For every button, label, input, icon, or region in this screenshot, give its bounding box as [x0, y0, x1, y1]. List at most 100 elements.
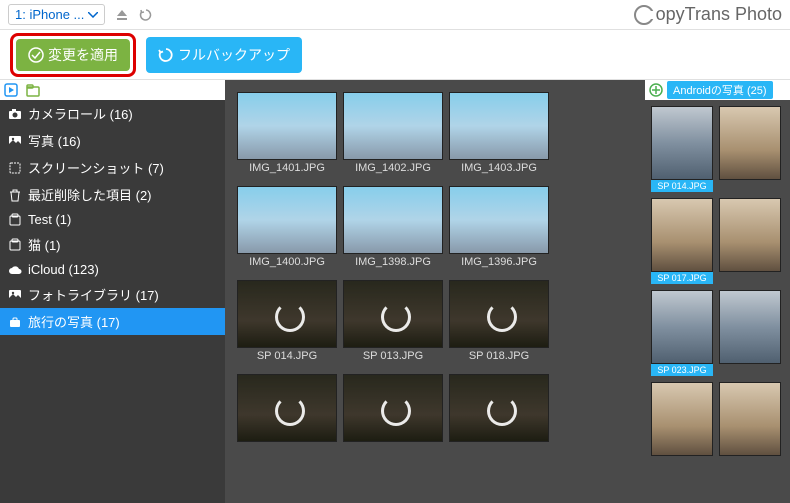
- backup-icon: [158, 47, 174, 63]
- right-panel: Androidの写真 (25) SP 014.JPG SP 017.JPG SP 0…: [645, 80, 790, 503]
- thumbnail-image: [343, 92, 443, 160]
- right-thumbnail[interactable]: [719, 106, 781, 192]
- sidebar-item[interactable]: 最近削除した項目 (2): [0, 181, 225, 208]
- center-panel: IMG_1401.JPG IMG_1402.JPG IMG_1403.JPG IMG_…: [225, 80, 645, 503]
- thumbnail-label: SP 013.JPG: [343, 348, 443, 368]
- refresh-icon[interactable]: [139, 8, 153, 22]
- photo-icon: [8, 134, 22, 148]
- thumbnail-image: [343, 374, 443, 442]
- thumbnail-label: [237, 442, 337, 450]
- thumbnail-image: [719, 106, 781, 180]
- right-panel-title[interactable]: Androidの写真 (25): [667, 81, 773, 99]
- thumbnail-image: [343, 280, 443, 348]
- thumbnail-image: [719, 290, 781, 364]
- thumbnail[interactable]: IMG_1400.JPG: [237, 186, 337, 274]
- thumbnail-label: [343, 442, 443, 450]
- right-thumbnail[interactable]: [719, 290, 781, 376]
- right-thumbnail[interactable]: SP 017.JPG: [651, 198, 713, 284]
- folder-tab-icon[interactable]: [26, 83, 40, 97]
- sidebar-item[interactable]: 猫 (1): [0, 231, 225, 258]
- thumbnail-label: IMG_1403.JPG: [449, 160, 549, 180]
- thumbnail-label: SP 017.JPG: [651, 272, 713, 284]
- thumbnail-label: IMG_1400.JPG: [237, 254, 337, 274]
- sidebar-item[interactable]: カメラロール (16): [0, 100, 225, 127]
- thumbnail[interactable]: [449, 374, 549, 450]
- thumbnail[interactable]: SP 013.JPG: [343, 280, 443, 368]
- right-thumbnail[interactable]: [719, 198, 781, 284]
- thumbnail-image: [343, 186, 443, 254]
- apply-highlight: 変更を適用: [10, 33, 136, 77]
- thumbnail[interactable]: [343, 374, 443, 450]
- thumbnail-image: [719, 198, 781, 272]
- thumbnail[interactable]: SP 014.JPG: [237, 280, 337, 368]
- eject-icon[interactable]: [115, 8, 129, 22]
- add-icon[interactable]: [649, 83, 663, 97]
- thumbnail-label: SP 018.JPG: [449, 348, 549, 368]
- thumbnail-image: [449, 92, 549, 160]
- right-thumbnail[interactable]: SP 023.JPG: [651, 290, 713, 376]
- thumbnail[interactable]: SP 018.JPG: [449, 280, 549, 368]
- thumbnail-image: [651, 198, 713, 272]
- thumbnail-image: [237, 374, 337, 442]
- device-label: 1: iPhone ...: [15, 7, 84, 22]
- thumbnail[interactable]: [237, 374, 337, 450]
- thumbnail-image: [449, 186, 549, 254]
- screenshot-icon: [8, 161, 22, 175]
- full-backup-button[interactable]: フルバックアップ: [146, 37, 302, 73]
- sidebar-item[interactable]: 写真 (16): [0, 127, 225, 154]
- thumbnail-label: SP 014.JPG: [651, 180, 713, 192]
- trash-icon: [8, 188, 22, 202]
- sidebar-item-label: フォトライブラリ (17): [28, 285, 159, 304]
- sidebar-item-label: 最近削除した項目 (2): [28, 185, 152, 204]
- thumbnail-image: [449, 374, 549, 442]
- thumbnail-image: [651, 382, 713, 456]
- sidebar-item-label: 写真 (16): [28, 131, 81, 150]
- thumbnail-label: SP 023.JPG: [651, 364, 713, 376]
- camera-icon: [8, 107, 22, 121]
- sidebar-item-label: カメラロール (16): [28, 104, 133, 123]
- thumbnail-image: [651, 106, 713, 180]
- right-thumbnail[interactable]: [651, 382, 713, 456]
- thumbnail[interactable]: IMG_1398.JPG: [343, 186, 443, 274]
- thumbnail-image: [237, 280, 337, 348]
- check-circle-icon: [28, 47, 44, 63]
- thumbnail-label: [449, 442, 549, 450]
- play-tab-icon[interactable]: [4, 83, 18, 97]
- right-thumbnail[interactable]: [719, 382, 781, 456]
- thumbnail-label: IMG_1396.JPG: [449, 254, 549, 274]
- thumbnail-image: [651, 290, 713, 364]
- sidebar-item[interactable]: Test (1): [0, 208, 225, 231]
- thumbnail-label: IMG_1402.JPG: [343, 160, 443, 180]
- thumbnail-image: [719, 382, 781, 456]
- chevron-down-icon: [88, 12, 98, 18]
- thumbnail-label: IMG_1401.JPG: [237, 160, 337, 180]
- sidebar-item-label: iCloud (123): [28, 262, 99, 277]
- cloud-icon: [8, 263, 22, 277]
- photo-icon: [8, 288, 22, 302]
- thumbnail-image: [237, 92, 337, 160]
- album-icon: [8, 213, 22, 227]
- sidebar-item-label: Test (1): [28, 212, 71, 227]
- travel-icon: [8, 315, 22, 329]
- thumbnail-image: [449, 280, 549, 348]
- right-thumbnail[interactable]: SP 014.JPG: [651, 106, 713, 192]
- thumbnail-label: SP 014.JPG: [237, 348, 337, 368]
- thumbnail[interactable]: IMG_1401.JPG: [237, 92, 337, 180]
- sidebar-item[interactable]: スクリーンショット (7): [0, 154, 225, 181]
- thumbnail-label: IMG_1398.JPG: [343, 254, 443, 274]
- thumbnail[interactable]: IMG_1403.JPG: [449, 92, 549, 180]
- device-selector[interactable]: 1: iPhone ...: [8, 4, 105, 25]
- sidebar: カメラロール (16) 写真 (16) スクリーンショット (7) 最近削除した項目 …: [0, 80, 225, 503]
- apply-changes-button[interactable]: 変更を適用: [16, 39, 130, 71]
- thumbnail[interactable]: IMG_1402.JPG: [343, 92, 443, 180]
- thumbnail[interactable]: IMG_1396.JPG: [449, 186, 549, 274]
- sidebar-item-label: スクリーンショット (7): [28, 158, 164, 177]
- sidebar-tabs: [0, 80, 225, 100]
- app-title: opyTrans Photo: [634, 4, 782, 25]
- album-icon: [8, 238, 22, 252]
- sidebar-item[interactable]: 旅行の写真 (17): [0, 308, 225, 335]
- thumbnail-image: [237, 186, 337, 254]
- sidebar-item[interactable]: iCloud (123): [0, 258, 225, 281]
- sidebar-item-label: 猫 (1): [28, 235, 61, 254]
- sidebar-item[interactable]: フォトライブラリ (17): [0, 281, 225, 308]
